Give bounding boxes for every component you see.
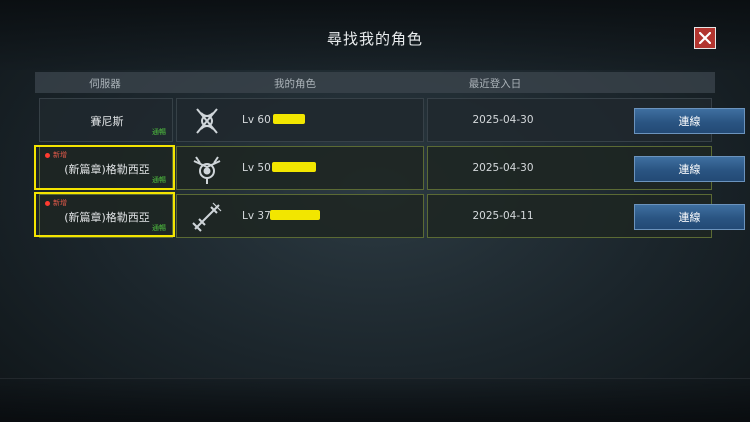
new-badge: 新增: [45, 198, 67, 208]
last-login-date: 2025-04-11: [472, 210, 534, 222]
window-title: 尋找我的角色: [326, 30, 423, 48]
character-cell: Lv 60: [176, 98, 424, 142]
table-row[interactable]: 新增 (新篇章)格勒西亞 通暢 Lv 50 2025-04-30 連線: [39, 146, 745, 190]
emblem-icon: [193, 156, 221, 184]
sword-icon: [192, 202, 222, 232]
connect-button[interactable]: 連線: [634, 156, 745, 182]
login-cell: 2025-04-30 連線: [427, 146, 745, 190]
header-server: 伺服器: [89, 78, 121, 90]
table-row[interactable]: 新增 (新篇章)格勒西亞 通暢 Lv 37 2025-04-11 連線: [39, 194, 745, 238]
character-cell: Lv 50: [176, 146, 424, 190]
redacted-name: [272, 162, 316, 172]
new-badge: 新增: [45, 150, 67, 160]
crossed-blades-icon: [196, 108, 218, 134]
last-login-date: 2025-04-30: [472, 162, 534, 174]
server-cell: 新增 (新篇章)格勒西亞 通暢: [39, 146, 173, 190]
new-dot-icon: [45, 152, 50, 158]
connect-button[interactable]: 連線: [634, 204, 745, 230]
redacted-name: [273, 114, 305, 124]
server-status: 通暢: [152, 224, 166, 232]
server-cell: 賽尼斯 通暢: [39, 98, 173, 142]
new-dot-icon: [45, 200, 50, 206]
login-cell: 2025-04-11 連線: [427, 194, 745, 238]
header-character: 我的角色: [274, 78, 316, 90]
character-level: Lv 50: [242, 162, 271, 174]
last-login-date: 2025-04-30: [472, 114, 534, 126]
server-status: 通暢: [152, 128, 166, 136]
close-button[interactable]: [694, 27, 716, 49]
new-badge-label: 新增: [53, 151, 67, 159]
character-cell: Lv 37: [176, 194, 424, 238]
character-level: Lv 37: [242, 210, 271, 222]
bottom-bar: [0, 378, 750, 422]
connect-button[interactable]: 連線: [634, 108, 745, 134]
header-last-login: 最近登入日: [468, 78, 522, 90]
server-cell: 新增 (新篇章)格勒西亞 通暢: [39, 194, 173, 238]
close-icon: [699, 32, 711, 44]
login-cell: 2025-04-30 連線: [427, 98, 745, 142]
new-badge-label: 新增: [53, 199, 67, 207]
table-header: 伺服器 我的角色 最近登入日: [35, 72, 715, 93]
redacted-name: [270, 210, 320, 220]
server-status: 通暢: [152, 176, 166, 184]
character-level: Lv 60: [242, 114, 271, 126]
table-row[interactable]: 賽尼斯 通暢 Lv 60 2025-04-30 連線: [39, 98, 745, 142]
